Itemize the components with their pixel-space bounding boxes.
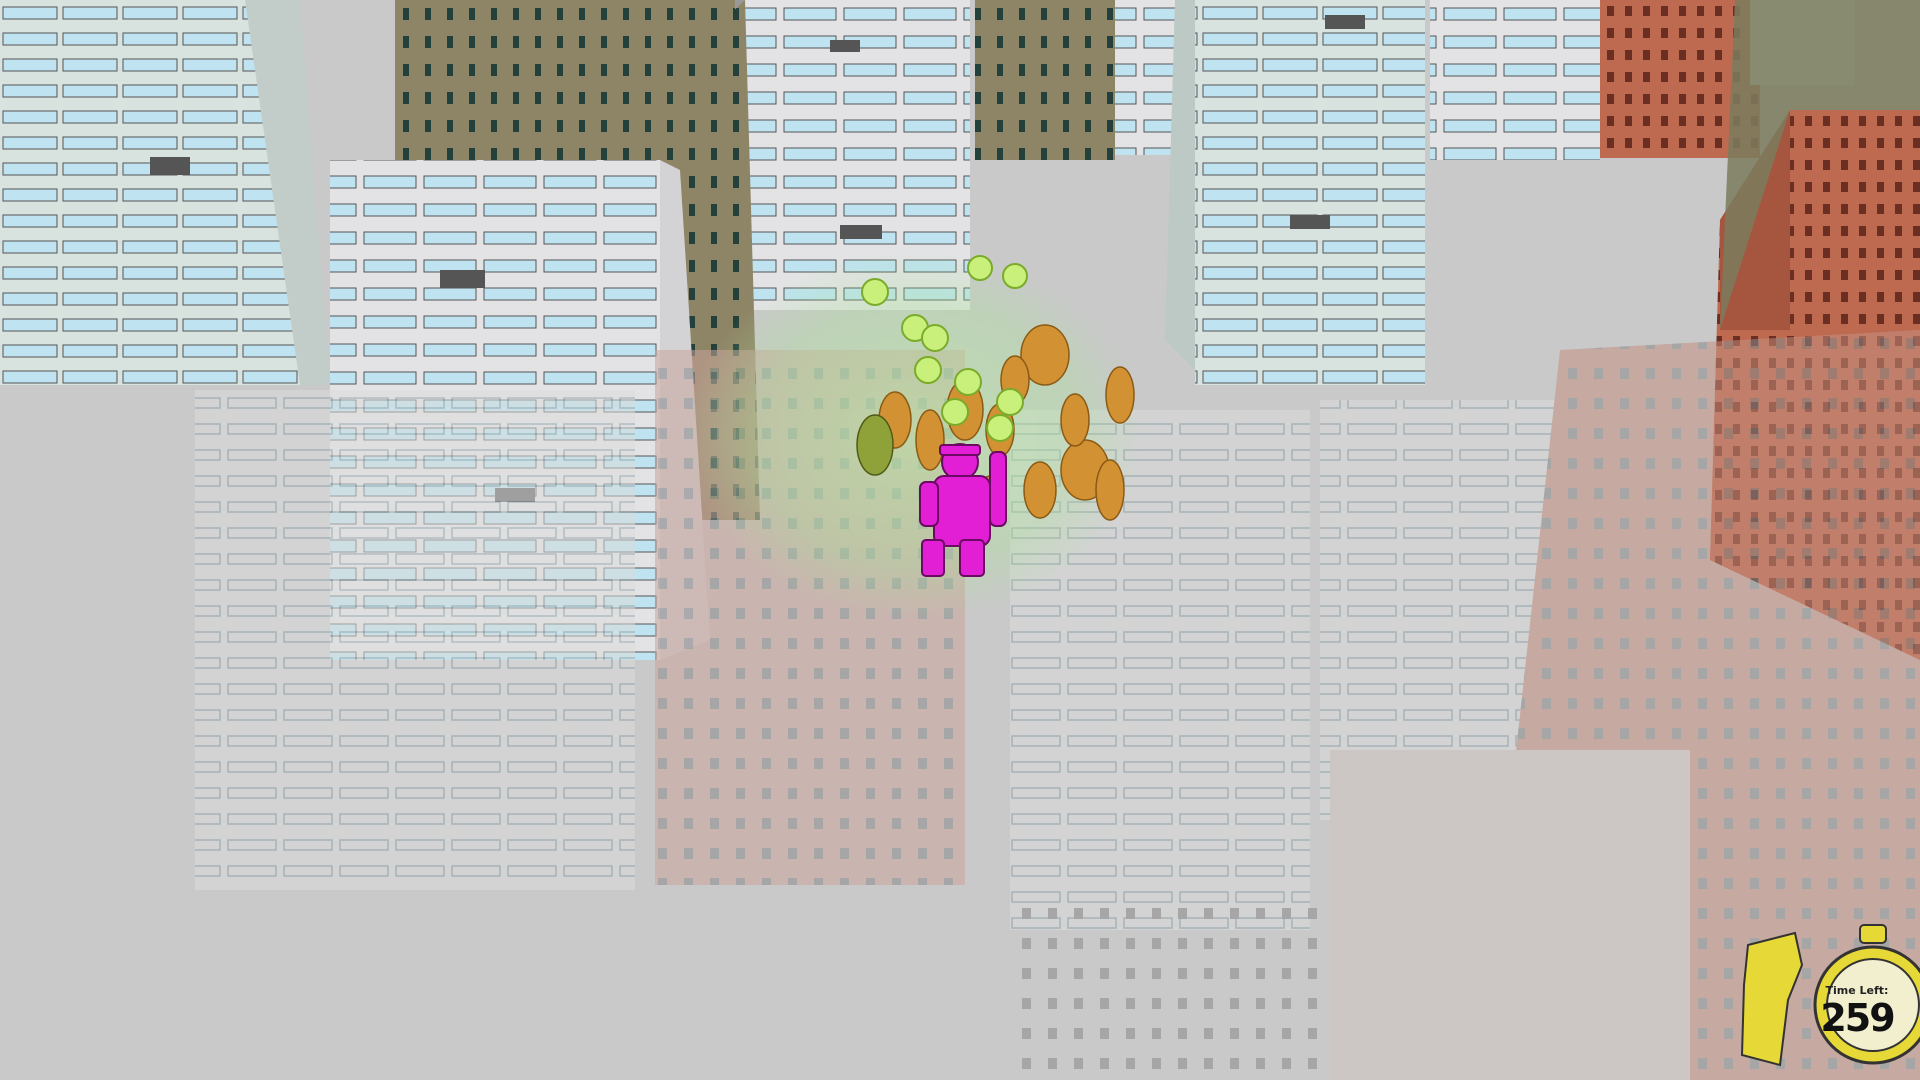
city-scene (0, 0, 1920, 1080)
left-tower (0, 0, 330, 385)
time-left-hud: Time Left: 259 (1728, 922, 1908, 1072)
time-left-value: 259 (1820, 996, 1895, 1040)
far-buildings (395, 0, 1855, 160)
right-tower (1165, 0, 1425, 385)
crowd-green (856, 414, 894, 476)
game-viewport[interactable]: Time Left: 259 (0, 0, 1920, 1080)
